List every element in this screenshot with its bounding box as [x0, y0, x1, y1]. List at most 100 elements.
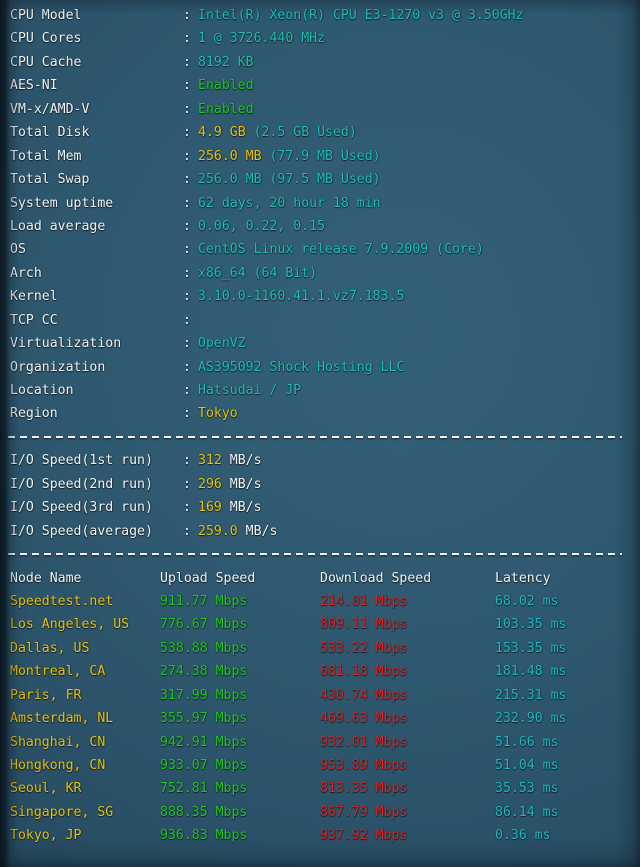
cell-latency: 215.31 ms — [495, 684, 566, 707]
io-speed-colon: : — [183, 453, 191, 469]
io-speed-value: 259.0 — [198, 523, 238, 539]
terminal-window: CPU Model: Intel(R) Xeon(R) CPU E3-1270 v… — [0, 0, 640, 867]
header-latency: Latency — [495, 570, 551, 586]
cell-upload-speed: 942.91 Mbps — [160, 731, 320, 754]
dashed-rule — [8, 435, 622, 438]
info-value: Enabled — [198, 78, 254, 94]
cell-download-speed: 214.01 Mbps — [320, 590, 495, 613]
info-label: TCP CC — [10, 312, 58, 328]
info-value: 3.10.0-1160.41.1.vz7.183.5 — [198, 289, 405, 305]
download-value: 867.79 — [320, 804, 368, 820]
network-table-row: Dallas, US 538.88 Mbps 533.22 Mbps 153.35 m… — [0, 637, 640, 660]
upload-unit: Mbps — [207, 640, 248, 656]
info-colon: : — [183, 54, 191, 70]
info-colon: : — [183, 265, 191, 281]
upload-unit: Mbps — [207, 734, 248, 750]
cell-latency: 51.04 ms — [495, 754, 559, 777]
header-download-speed: Download Speed — [320, 570, 432, 586]
cell-download-speed: 937.92 Mbps — [320, 824, 495, 847]
cell-download-speed: 953.89 Mbps — [320, 754, 495, 777]
upload-unit: Mbps — [207, 781, 248, 797]
info-colon: : — [183, 383, 191, 398]
latency-value: 181.48 — [495, 664, 543, 680]
download-unit: Mbps — [367, 734, 408, 750]
latency-value: 232.90 — [495, 711, 543, 727]
info-row: Total Disk:4.9 GB (2.5 GB Used) — [0, 121, 640, 144]
cell-node-name: Paris, FR — [10, 687, 82, 703]
info-label: Total Mem — [10, 148, 82, 164]
cell-upload-speed: 752.81 Mbps — [160, 777, 320, 800]
cell-upload-speed: 776.67 Mbps — [160, 613, 320, 636]
io-speed-unit: MB/s — [221, 453, 262, 469]
cell-download-speed: 430.74 Mbps — [320, 684, 495, 707]
latency-value: 86.14 — [495, 804, 535, 820]
header-upload-speed: Upload Speed — [160, 570, 256, 586]
download-unit: Mbps — [367, 640, 408, 656]
download-unit: Mbps — [367, 781, 408, 797]
network-table-row: Hongkong, CN 933.07 Mbps 953.89 Mbps 51.04 … — [0, 754, 640, 777]
cell-latency: 153.35 ms — [495, 637, 566, 660]
cell-node-name: Los Angeles, US — [10, 617, 130, 633]
io-speed-value: 169 — [198, 500, 222, 516]
download-value: 533.22 — [320, 640, 368, 656]
io-speed-value: 296 — [198, 476, 222, 492]
download-value: 214.01 — [320, 593, 368, 609]
latency-unit: ms — [534, 593, 559, 609]
io-speed-row: I/O Speed(average):259.0 MB/s — [0, 520, 640, 543]
latency-unit: ms — [534, 804, 559, 820]
upload-value: 888.35 — [160, 804, 208, 820]
info-colon: : — [183, 101, 191, 117]
io-speed-row: I/O Speed(2nd run):296 MB/s — [0, 473, 640, 496]
cell-latency: 86.14 ms — [495, 801, 559, 824]
download-unit: Mbps — [367, 758, 408, 773]
info-label: Load average — [10, 218, 106, 234]
info-value: 0.06, 0.22, 0.15 — [198, 218, 326, 234]
terminal-output: CPU Model: Intel(R) Xeon(R) CPU E3-1270 v… — [0, 0, 640, 867]
info-label: CPU Model — [10, 8, 82, 23]
latency-unit: ms — [542, 664, 567, 680]
cell-upload-speed: 355.97 Mbps — [160, 707, 320, 730]
separator-bottom — [0, 543, 640, 566]
download-value: 469.63 — [320, 711, 368, 727]
info-label: Total Swap — [10, 172, 90, 188]
network-table-row: Amsterdam, NL 355.97 Mbps 469.63 Mbps 232.9… — [0, 707, 640, 730]
upload-value: 936.83 — [160, 828, 208, 844]
io-speed-unit: MB/s — [237, 523, 278, 539]
cell-node-name: Tokyo, JP — [10, 828, 82, 844]
download-value: 932.01 — [320, 734, 368, 750]
latency-value: 51.66 — [495, 734, 535, 750]
info-value: Hatsudai / JP — [198, 383, 302, 398]
network-table-row: Tokyo, JP 936.83 Mbps 937.92 Mbps 0.36 ms — [0, 824, 640, 847]
upload-value: 942.91 — [160, 734, 208, 750]
separator-top — [0, 426, 640, 449]
latency-value: 35.53 — [495, 781, 535, 797]
io-speed-label: I/O Speed(3rd run) — [10, 500, 153, 516]
download-unit: Mbps — [367, 664, 408, 680]
io-speed-colon: : — [183, 476, 191, 492]
info-value: 8192 KB — [198, 54, 254, 70]
header-node-name: Node Name — [10, 570, 82, 586]
info-row: CPU Cores:1 @ 3726.440 MHz — [0, 27, 640, 50]
info-colon: : — [183, 78, 191, 94]
download-value: 430.74 — [320, 687, 368, 703]
info-label: Virtualization — [10, 336, 122, 352]
download-value: 813.35 — [320, 781, 368, 797]
info-label: VM-x/AMD-V — [10, 101, 90, 117]
cell-latency: 232.90 ms — [495, 707, 566, 730]
cell-download-speed: 932.01 Mbps — [320, 731, 495, 754]
upload-unit: Mbps — [207, 664, 248, 680]
cell-upload-speed: 274.38 Mbps — [160, 660, 320, 683]
info-row: Load average:0.06, 0.22, 0.15 — [0, 215, 640, 238]
cell-node-name: Hongkong, CN — [10, 758, 106, 773]
io-speed-unit: MB/s — [221, 476, 262, 492]
info-value-suffix: (77.9 MB Used) — [261, 148, 381, 164]
info-value-suffix: (97.5 MB Used) — [261, 172, 381, 188]
info-colon: : — [183, 312, 191, 328]
info-row: Arch: x86_64 (64 Bit) — [0, 262, 640, 285]
cell-latency: 181.48 ms — [495, 660, 566, 683]
latency-unit: ms — [542, 711, 567, 727]
network-table-row: Shanghai, CN 942.91 Mbps 932.01 Mbps 51.66 … — [0, 731, 640, 754]
io-speed-label: I/O Speed(average) — [10, 523, 153, 539]
latency-unit: ms — [534, 734, 559, 750]
cell-download-speed: 809.11 Mbps — [320, 613, 495, 636]
